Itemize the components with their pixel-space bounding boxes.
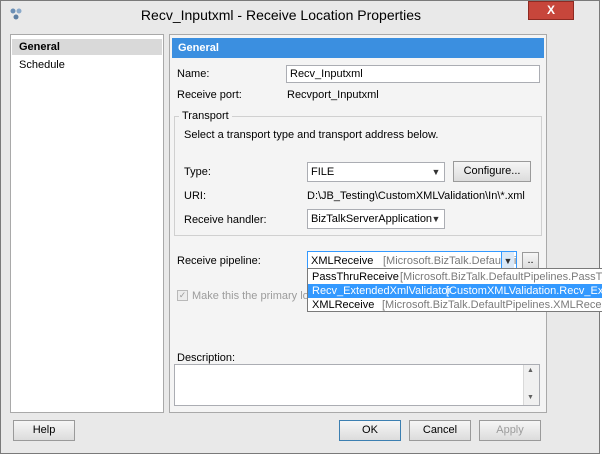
help-button[interactable]: Help [13,420,75,441]
receive-pipeline-label: Receive pipeline: [177,255,261,267]
panel-header: General [172,38,544,58]
description-textarea[interactable] [174,364,540,406]
close-button[interactable]: X [528,1,574,20]
name-input[interactable]: Recv_Inputxml [286,65,540,83]
pipeline-option[interactable]: XMLReceive [Microsoft.BizTalk.DefaultPip… [308,298,602,311]
nav-item-general[interactable]: General [12,39,162,55]
uri-label: URI: [184,190,206,202]
receive-pipeline-dropdown: PassThruReceive [Microsoft.BizTalk.Defau… [307,268,602,312]
name-label: Name: [177,68,210,80]
receive-location-properties-dialog: Recv_Inputxml - Receive Location Propert… [0,0,602,454]
pipeline-option-name: PassThruReceive [312,271,399,283]
description-label: Description: [177,352,236,364]
pipeline-option-assembly: [Microsoft.BizTalk.DefaultPipelines.XMLR… [382,299,602,311]
transport-type-select[interactable]: FILE ▼ [307,162,445,182]
primary-location-checkbox[interactable]: ✓ [177,290,188,301]
pipeline-option-assembly: [CustomXMLValidation.Recv_Extended [446,285,602,297]
nav-item-schedule[interactable]: Schedule [12,57,162,73]
receive-pipeline-selected-name: XMLReceive [311,255,374,267]
receive-handler-value: BizTalkServerApplication [311,213,433,225]
pipeline-option[interactable]: Recv_ExtendedXmlValidator [CustomXMLVali… [308,284,602,298]
receive-handler-label: Receive handler: [184,214,267,226]
description-scrollbar[interactable]: ▲ ▼ [523,365,539,405]
receive-port-value: Recvport_Inputxml [287,89,379,101]
title-bar: Recv_Inputxml - Receive Location Propert… [1,1,599,29]
chevron-down-icon: ▼ [431,214,441,224]
window-title: Recv_Inputxml - Receive Location Propert… [140,7,422,23]
page-navigation: General Schedule [10,34,164,413]
receive-port-label: Receive port: [177,89,242,101]
ok-button[interactable]: OK [339,420,401,441]
transport-legend: Transport [179,110,232,122]
nav-item-label: General [19,41,60,53]
type-label: Type: [184,166,211,178]
pipeline-option-assembly: [Microsoft.BizTalk.DefaultPipelines.Pass… [400,271,602,283]
configure-button[interactable]: Configure... [453,161,531,182]
transport-instruction: Select a transport type and transport ad… [184,129,439,141]
close-icon: X [546,3,555,17]
scroll-up-icon[interactable]: ▲ [527,367,534,374]
pipeline-option-name: Recv_ExtendedXmlValidator [312,285,452,297]
receive-handler-select[interactable]: BizTalkServerApplication ▼ [307,209,445,229]
scroll-down-icon[interactable]: ▼ [527,394,534,401]
uri-value: D:\JB_Testing\CustomXMLValidation\In\*.x… [307,190,525,202]
cancel-button[interactable]: Cancel [409,420,471,441]
pipeline-option[interactable]: PassThruReceive [Microsoft.BizTalk.Defau… [308,270,602,284]
apply-button[interactable]: Apply [479,420,541,441]
chevron-down-icon: ▼ [431,167,441,177]
pipeline-option-name: XMLReceive [312,299,375,311]
transport-type-value: FILE [311,166,335,178]
nav-item-label: Schedule [19,59,65,71]
